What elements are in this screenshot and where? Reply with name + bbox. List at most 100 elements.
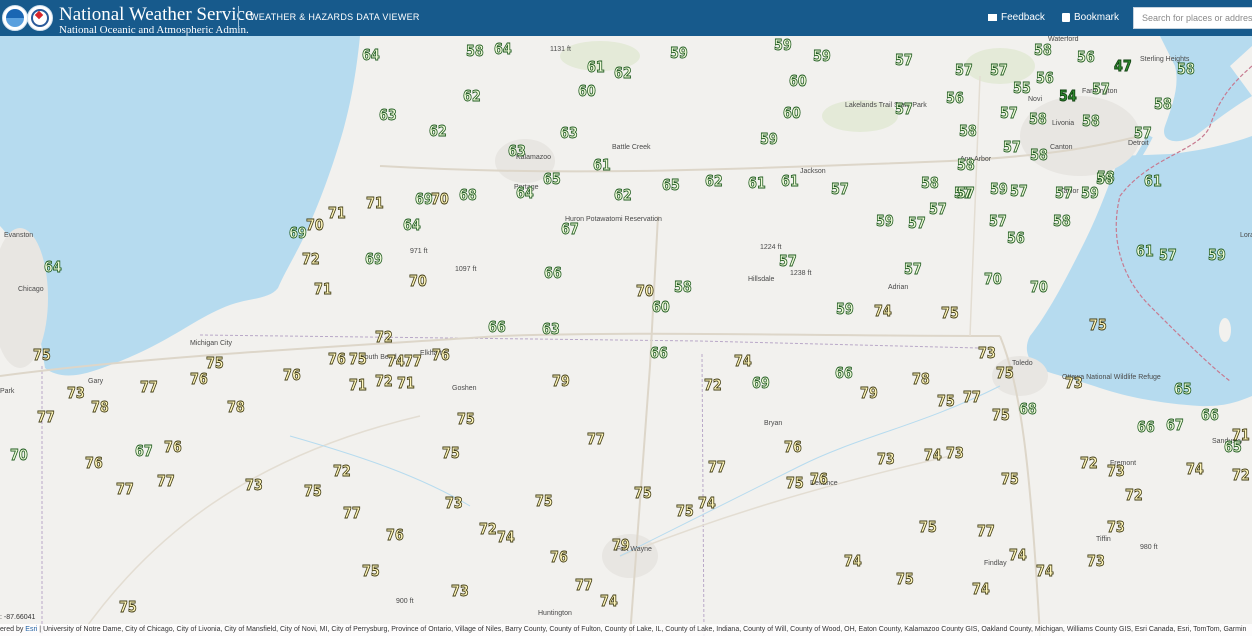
- temperature-marker[interactable]: 56: [946, 90, 965, 106]
- temperature-marker[interactable]: 76: [328, 351, 347, 367]
- temperature-marker[interactable]: 60: [789, 73, 808, 89]
- feedback-button[interactable]: Feedback: [988, 12, 1045, 23]
- temperature-marker[interactable]: 74: [698, 495, 717, 511]
- temperature-marker[interactable]: 57: [957, 185, 976, 201]
- temperature-marker[interactable]: 73: [946, 445, 965, 461]
- temperature-marker[interactable]: 64: [494, 41, 513, 57]
- temperature-marker[interactable]: 75: [937, 393, 956, 409]
- temperature-marker[interactable]: 69: [752, 375, 771, 391]
- temperature-marker[interactable]: 59: [760, 131, 779, 147]
- temperature-marker[interactable]: 73: [451, 583, 470, 599]
- noaa-logo-icon[interactable]: [2, 5, 28, 31]
- temperature-marker[interactable]: 77: [708, 459, 727, 475]
- temperature-marker[interactable]: 77: [157, 473, 176, 489]
- temperature-marker[interactable]: 75: [634, 485, 653, 501]
- temperature-marker[interactable]: 75: [119, 599, 138, 615]
- temperature-marker[interactable]: 58: [1177, 61, 1196, 77]
- temperature-marker[interactable]: 74: [734, 353, 753, 369]
- temperature-marker[interactable]: 73: [1107, 463, 1126, 479]
- temperature-marker[interactable]: 76: [283, 367, 302, 383]
- temperature-marker[interactable]: 61: [748, 175, 767, 191]
- temperature-marker[interactable]: 75: [941, 305, 960, 321]
- temperature-marker[interactable]: 57: [1055, 185, 1074, 201]
- temperature-marker[interactable]: 63: [508, 143, 527, 159]
- temperature-marker[interactable]: 75: [304, 483, 323, 499]
- temperature-marker[interactable]: 47: [1114, 58, 1133, 74]
- temperature-marker[interactable]: 77: [140, 379, 159, 395]
- temperature-marker[interactable]: 58: [674, 279, 693, 295]
- temperature-marker[interactable]: 75: [919, 519, 938, 535]
- temperature-marker[interactable]: 61: [593, 157, 612, 173]
- temperature-marker[interactable]: 58: [1034, 42, 1053, 58]
- temperature-marker[interactable]: 57: [929, 201, 948, 217]
- temperature-marker[interactable]: 64: [403, 217, 422, 233]
- temperature-marker[interactable]: 66: [835, 365, 854, 381]
- temperature-marker[interactable]: 76: [85, 455, 104, 471]
- temperature-marker[interactable]: 58: [466, 43, 485, 59]
- temperature-marker[interactable]: 70: [636, 283, 655, 299]
- temperature-marker[interactable]: 69: [365, 251, 384, 267]
- temperature-marker[interactable]: 74: [844, 553, 863, 569]
- temperature-marker[interactable]: 69: [289, 225, 308, 241]
- temperature-marker[interactable]: 65: [1174, 381, 1193, 397]
- temperature-marker[interactable]: 59: [670, 45, 689, 61]
- temperature-marker[interactable]: 57: [831, 181, 850, 197]
- temperature-marker[interactable]: 79: [860, 385, 879, 401]
- temperature-marker[interactable]: 74: [1009, 547, 1028, 563]
- temperature-marker[interactable]: 61: [1136, 243, 1155, 259]
- temperature-marker[interactable]: 73: [445, 495, 464, 511]
- esri-link[interactable]: Esri: [25, 626, 37, 633]
- temperature-marker[interactable]: 77: [575, 577, 594, 593]
- temperature-marker[interactable]: 65: [543, 171, 562, 187]
- temperature-marker[interactable]: 57: [779, 253, 798, 269]
- temperature-marker[interactable]: 62: [463, 88, 482, 104]
- temperature-marker[interactable]: 77: [587, 431, 606, 447]
- temperature-marker[interactable]: 60: [578, 83, 597, 99]
- temperature-marker[interactable]: 67: [135, 443, 154, 459]
- temperature-marker[interactable]: 57: [1003, 139, 1022, 155]
- temperature-marker[interactable]: 58: [921, 175, 940, 191]
- temperature-marker[interactable]: 77: [404, 353, 423, 369]
- temperature-marker[interactable]: 75: [349, 351, 368, 367]
- temperature-marker[interactable]: 68: [459, 187, 478, 203]
- temperature-marker[interactable]: 77: [116, 481, 135, 497]
- temperature-marker[interactable]: 76: [810, 471, 829, 487]
- temperature-marker[interactable]: 57: [1134, 125, 1153, 141]
- temperature-marker[interactable]: 70: [1030, 279, 1049, 295]
- temperature-marker[interactable]: 54: [1059, 88, 1078, 104]
- temperature-marker[interactable]: 57: [895, 52, 914, 68]
- temperature-marker[interactable]: 75: [1089, 317, 1108, 333]
- temperature-marker[interactable]: 58: [1030, 147, 1049, 163]
- temperature-marker[interactable]: 75: [996, 365, 1015, 381]
- temperature-marker[interactable]: 68: [1019, 401, 1038, 417]
- temperature-marker[interactable]: 72: [1080, 455, 1099, 471]
- temperature-marker[interactable]: 74: [1186, 461, 1205, 477]
- temperature-marker[interactable]: 72: [333, 463, 352, 479]
- temperature-marker[interactable]: 58: [1029, 111, 1048, 127]
- temperature-marker[interactable]: 57: [895, 101, 914, 117]
- temperature-marker[interactable]: 70: [431, 191, 450, 207]
- temperature-marker[interactable]: 78: [912, 371, 931, 387]
- temperature-marker[interactable]: 67: [1166, 417, 1185, 433]
- temperature-marker[interactable]: 57: [1000, 105, 1019, 121]
- temperature-marker[interactable]: 58: [959, 123, 978, 139]
- temperature-marker[interactable]: 59: [1081, 185, 1100, 201]
- temperature-marker[interactable]: 60: [783, 105, 802, 121]
- temperature-marker[interactable]: 58: [1154, 96, 1173, 112]
- temperature-marker[interactable]: 77: [977, 523, 996, 539]
- temperature-marker[interactable]: 55: [1013, 80, 1032, 96]
- temperature-marker[interactable]: 74: [387, 353, 406, 369]
- temperature-marker[interactable]: 79: [612, 537, 631, 553]
- temperature-marker[interactable]: 71: [314, 281, 333, 297]
- temperature-marker[interactable]: 56: [1007, 230, 1026, 246]
- temperature-marker[interactable]: 75: [676, 503, 695, 519]
- temperature-marker[interactable]: 70: [984, 271, 1003, 287]
- temperature-marker[interactable]: 63: [542, 321, 561, 337]
- temperature-marker[interactable]: 71: [349, 377, 368, 393]
- temperature-marker[interactable]: 61: [587, 59, 606, 75]
- temperature-marker[interactable]: 75: [442, 445, 461, 461]
- temperature-marker[interactable]: 58: [1053, 213, 1072, 229]
- temperature-marker[interactable]: 72: [375, 329, 394, 345]
- temperature-marker[interactable]: 75: [457, 411, 476, 427]
- temperature-marker[interactable]: 62: [614, 65, 633, 81]
